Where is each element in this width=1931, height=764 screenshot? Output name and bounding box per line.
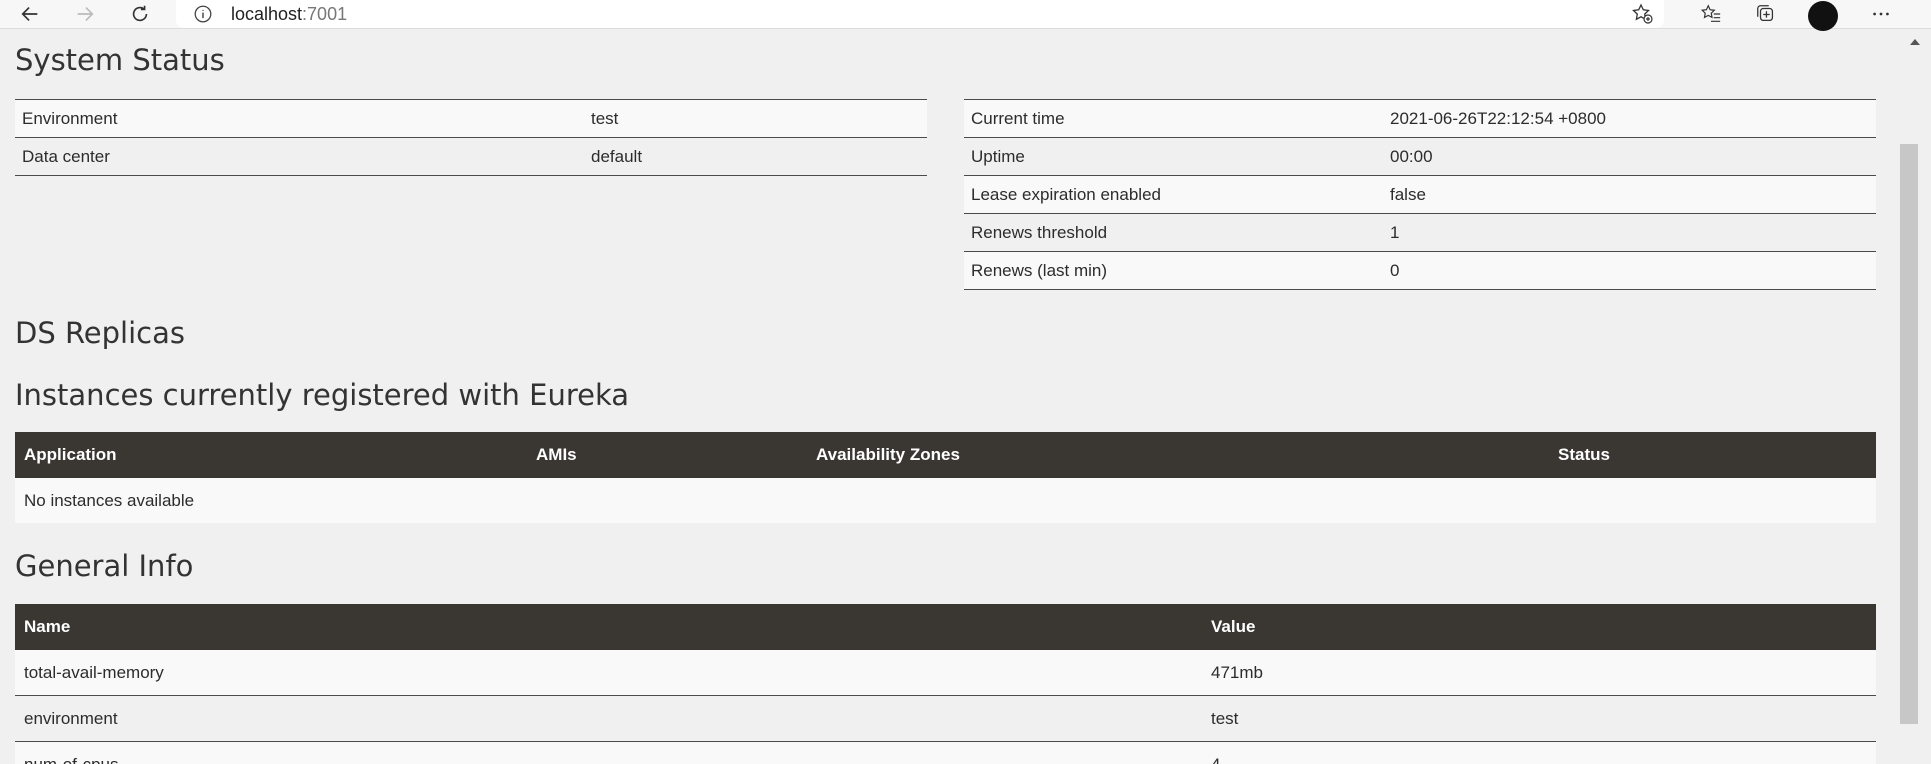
url-text[interactable]: localhost:7001 xyxy=(231,4,347,25)
system-status-left-table: Environment test Data center default xyxy=(15,99,927,176)
column-header-amis: AMIs xyxy=(527,432,807,478)
forward-arrow-icon[interactable] xyxy=(67,0,103,28)
status-key: Uptime xyxy=(964,137,1383,176)
instances-heading: Instances currently registered with Eure… xyxy=(15,378,630,412)
status-key: Renews (last min) xyxy=(964,251,1383,290)
scrollbar-thumb[interactable] xyxy=(1900,144,1918,724)
status-value: 00:00 xyxy=(1383,137,1876,176)
column-header-name: Name xyxy=(15,604,1202,650)
table-row: Renews (last min) 0 xyxy=(964,251,1876,290)
general-info-heading: General Info xyxy=(15,549,194,583)
table-row: Data center default xyxy=(15,137,927,176)
vertical-scrollbar[interactable] xyxy=(1900,29,1931,764)
info-value: test xyxy=(1202,695,1876,742)
collections-icon[interactable] xyxy=(1748,0,1784,28)
status-key: Data center xyxy=(15,137,584,176)
table-row: num-of-cpus 4 xyxy=(15,741,1876,764)
table-header-row: Name Value xyxy=(15,604,1876,650)
table-row: environment test xyxy=(15,695,1876,742)
table-row: Lease expiration enabled false xyxy=(964,175,1876,214)
ds-replicas-heading: DS Replicas xyxy=(15,316,185,350)
scroll-up-arrow-icon[interactable] xyxy=(1910,39,1920,45)
status-value: 0 xyxy=(1383,251,1876,290)
browser-toolbar: localhost:7001 xyxy=(0,0,1931,31)
system-status-right-table: Current time 2021-06-26T22:12:54 +0800 U… xyxy=(964,99,1876,290)
table-row: total-avail-memory 471mb xyxy=(15,650,1876,696)
status-value: false xyxy=(1383,175,1876,214)
table-row: Renews threshold 1 xyxy=(964,213,1876,252)
info-icon[interactable] xyxy=(192,3,214,25)
status-key: Lease expiration enabled xyxy=(964,175,1383,214)
table-row: No instances available xyxy=(15,478,1876,523)
info-value: 4 xyxy=(1202,741,1876,764)
info-name: num-of-cpus xyxy=(15,741,1202,764)
column-header-value: Value xyxy=(1202,604,1876,650)
table-row: Environment test xyxy=(15,99,927,138)
eureka-page: System Status Environment test Data cent… xyxy=(0,29,1900,764)
info-name: total-avail-memory xyxy=(15,650,1202,696)
column-header-availability-zones: Availability Zones xyxy=(807,432,1549,478)
status-value: 2021-06-26T22:12:54 +0800 xyxy=(1383,99,1876,138)
empty-instances-message: No instances available xyxy=(15,478,1876,523)
status-key: Renews threshold xyxy=(964,213,1383,252)
status-value: test xyxy=(584,99,927,138)
favorites-icon[interactable] xyxy=(1693,0,1729,28)
status-value: default xyxy=(584,137,927,176)
address-bar[interactable]: localhost:7001 xyxy=(176,0,1664,28)
status-value: 1 xyxy=(1383,213,1876,252)
add-favorite-icon[interactable] xyxy=(1630,2,1654,26)
back-arrow-icon[interactable] xyxy=(12,0,48,28)
table-header-row: Application AMIs Availability Zones Stat… xyxy=(15,432,1876,478)
table-row: Uptime 00:00 xyxy=(964,137,1876,176)
instances-table: Application AMIs Availability Zones Stat… xyxy=(15,432,1876,523)
status-key: Environment xyxy=(15,99,584,138)
info-value: 471mb xyxy=(1202,650,1876,696)
more-icon[interactable] xyxy=(1863,0,1899,28)
column-header-application: Application xyxy=(15,432,527,478)
column-header-status: Status xyxy=(1549,432,1876,478)
general-info-table: Name Value total-avail-memory 471mb envi… xyxy=(15,604,1876,764)
refresh-icon[interactable] xyxy=(122,0,158,28)
status-key: Current time xyxy=(964,99,1383,138)
system-status-heading: System Status xyxy=(15,43,225,77)
table-row: Current time 2021-06-26T22:12:54 +0800 xyxy=(964,99,1876,138)
info-name: environment xyxy=(15,695,1202,742)
profile-avatar[interactable] xyxy=(1808,1,1838,31)
